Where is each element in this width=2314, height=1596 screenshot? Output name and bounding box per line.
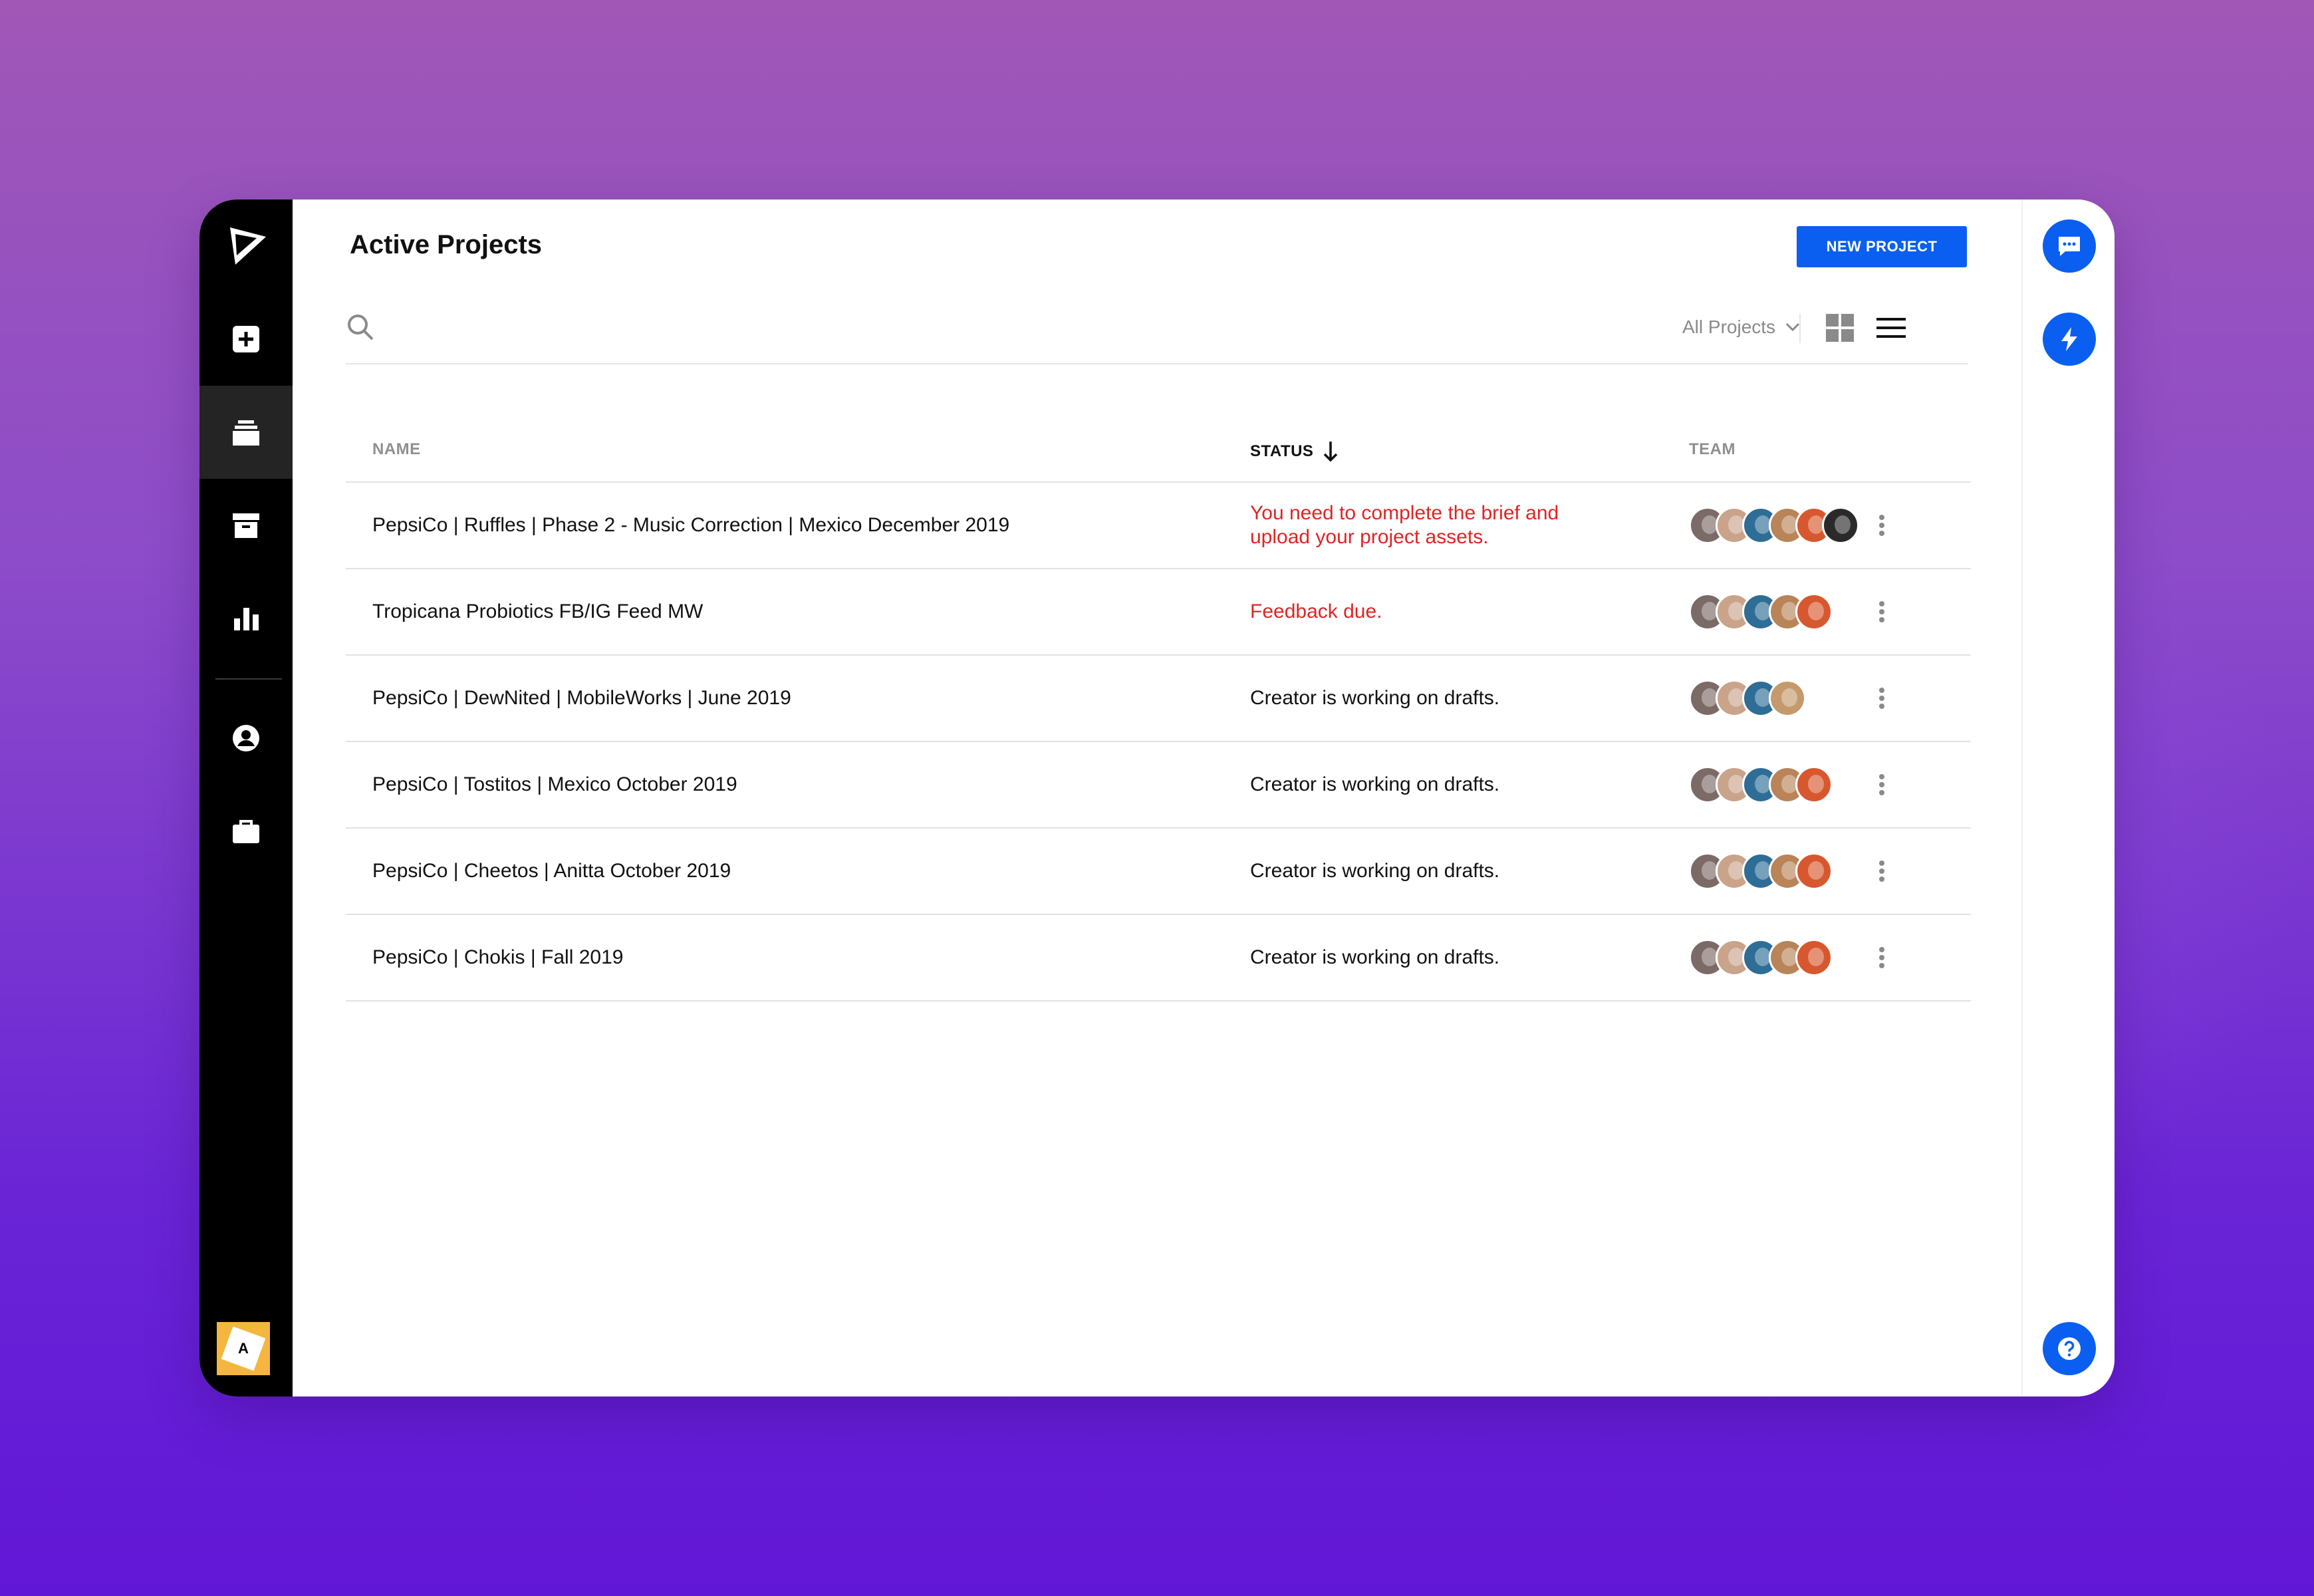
main-content: Active Projects NEW PROJECT All Projects… (293, 200, 2021, 1396)
send-logo-icon[interactable] (226, 225, 269, 267)
column-header-name[interactable]: NAME (372, 440, 421, 459)
sidebar-divider (215, 678, 282, 680)
help-button[interactable] (2043, 1322, 2096, 1375)
right-rail (2021, 200, 2115, 1396)
project-name[interactable]: Tropicana Probiotics FB/IG Feed MW (372, 569, 703, 654)
avatar (1769, 680, 1806, 717)
quick-actions-button[interactable] (2043, 313, 2096, 366)
avatar (1795, 853, 1833, 890)
avatar (1795, 766, 1833, 803)
sort-arrow-down-icon (1324, 442, 1338, 462)
table-row[interactable]: PepsiCo | Tostitos | Mexico October 2019… (346, 742, 1971, 829)
project-name[interactable]: PepsiCo | Ruffles | Phase 2 - Music Corr… (372, 483, 1009, 568)
toolbar-divider (1799, 314, 1801, 343)
page-title: Active Projects (350, 230, 543, 259)
sidebar-nav: A (199, 200, 293, 1396)
project-name[interactable]: PepsiCo | Cheetos | Anitta October 2019 (372, 829, 731, 914)
project-filter-dropdown[interactable]: All Projects (1682, 317, 1802, 338)
table-body: PepsiCo | Ruffles | Phase 2 - Music Corr… (346, 483, 1971, 1001)
more-options-icon[interactable] (1868, 944, 1895, 971)
table-row[interactable]: PepsiCo | Ruffles | Phase 2 - Music Corr… (346, 483, 1971, 569)
project-status: Creator is working on drafts. (1250, 946, 1500, 968)
projects-stack-icon (233, 420, 259, 446)
briefcase-icon (233, 820, 259, 843)
avatar (1795, 593, 1833, 630)
project-name[interactable]: PepsiCo | DewNited | MobileWorks | June … (372, 656, 791, 741)
lightning-icon (2061, 327, 2077, 351)
team-avatars[interactable] (1689, 680, 1806, 718)
more-options-icon[interactable] (1868, 771, 1895, 798)
table-row[interactable]: PepsiCo | DewNited | MobileWorks | June … (346, 656, 1971, 742)
more-options-icon[interactable] (1868, 512, 1895, 539)
sidebar-item-archive[interactable] (199, 479, 293, 572)
chat-icon (2059, 237, 2080, 256)
more-options-icon[interactable] (1868, 598, 1895, 625)
app-window: A Active Projects NEW PROJECT All Projec… (199, 200, 2115, 1396)
account-icon (233, 725, 259, 751)
projects-table: NAME STATUS TEAM PepsiCo | Ruffles | Pha… (346, 406, 1971, 1001)
table-row[interactable]: PepsiCo | Cheetos | Anitta October 2019 C… (346, 829, 1971, 915)
workspace-letter: A (238, 1340, 249, 1357)
help-icon (2058, 1337, 2081, 1360)
team-avatars[interactable] (1689, 507, 1859, 545)
project-status: You need to complete the brief and uploa… (1250, 502, 1559, 548)
project-status: Creator is working on drafts. (1250, 860, 1500, 882)
workspace-switcher[interactable]: A (217, 1322, 270, 1375)
project-status: Creator is working on drafts. (1250, 687, 1500, 709)
table-row[interactable]: Tropicana Probiotics FB/IG Feed MW Feedba… (346, 569, 1971, 656)
search-icon[interactable] (346, 313, 375, 342)
status-header-label: STATUS (1250, 442, 1314, 460)
grid-view-icon[interactable] (1826, 314, 1854, 342)
project-status: Feedback due. (1250, 600, 1382, 622)
list-view-icon[interactable] (1876, 314, 1906, 342)
filter-label: All Projects (1682, 317, 1776, 337)
sidebar-item-analytics[interactable] (199, 572, 293, 665)
project-name[interactable]: PepsiCo | Tostitos | Mexico October 2019 (372, 742, 737, 827)
team-avatars[interactable] (1689, 853, 1833, 891)
add-project-icon (233, 326, 259, 352)
team-avatars[interactable] (1689, 766, 1833, 805)
column-header-team: TEAM (1689, 440, 1736, 458)
new-project-button[interactable]: NEW PROJECT (1797, 226, 1967, 267)
sidebar-item-briefcase[interactable] (199, 785, 293, 878)
sidebar-item-new-project[interactable] (199, 293, 293, 386)
archive-icon (233, 513, 259, 538)
chat-button[interactable] (2043, 219, 2096, 273)
column-header-status[interactable]: STATUS (1250, 440, 1340, 463)
avatar (1795, 939, 1833, 976)
analytics-icon (234, 608, 259, 630)
sidebar-item-account[interactable] (199, 692, 293, 785)
team-avatars[interactable] (1689, 939, 1833, 978)
more-options-icon[interactable] (1868, 858, 1895, 884)
team-avatars[interactable] (1689, 593, 1833, 632)
avatar (1822, 507, 1859, 544)
more-options-icon[interactable] (1868, 685, 1895, 712)
project-status: Creator is working on drafts. (1250, 773, 1500, 795)
table-row[interactable]: PepsiCo | Chokis | Fall 2019 Creator is w… (346, 915, 1971, 1001)
sidebar-item-projects[interactable] (199, 386, 293, 479)
project-name[interactable]: PepsiCo | Chokis | Fall 2019 (372, 915, 623, 1000)
toolbar: All Projects (346, 306, 1968, 364)
table-header: NAME STATUS TEAM (346, 406, 1971, 483)
